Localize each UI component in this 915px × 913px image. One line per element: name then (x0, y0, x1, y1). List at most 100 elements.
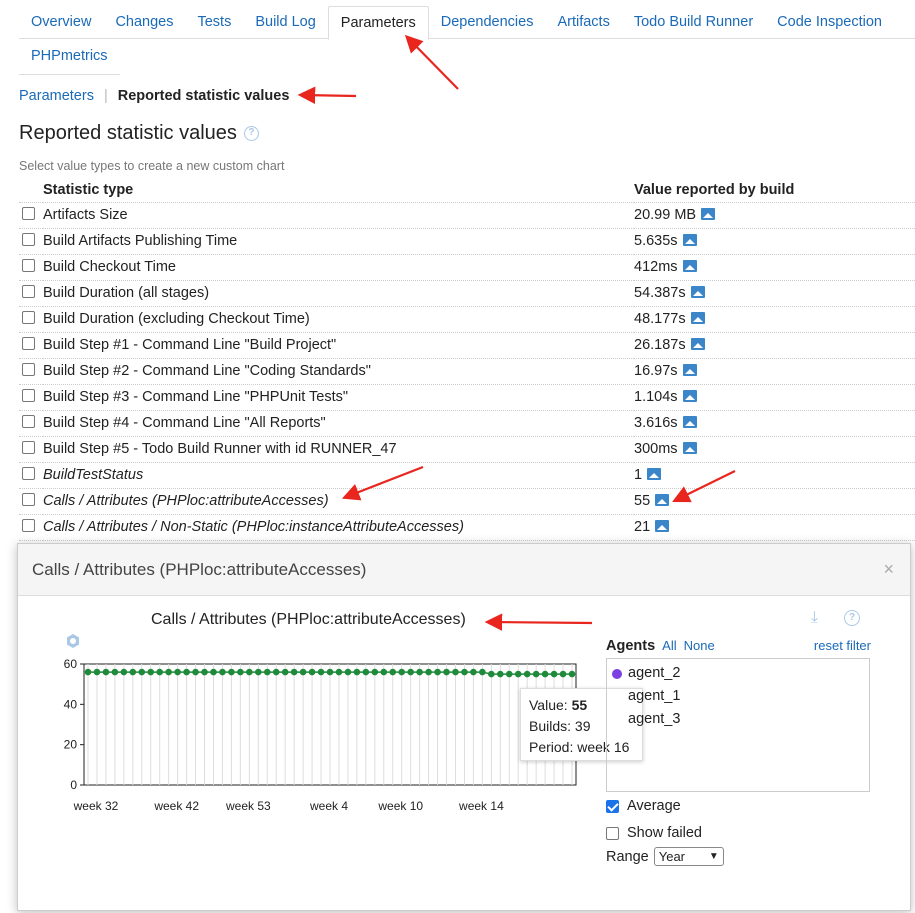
agent-item[interactable]: agent_1 (612, 685, 864, 708)
settings-icon[interactable] (65, 633, 81, 649)
data-point (389, 668, 397, 676)
average-checkbox[interactable] (606, 799, 619, 813)
chart-image-icon[interactable] (655, 519, 670, 532)
row-checkbox[interactable] (22, 414, 35, 428)
data-point (496, 670, 504, 678)
chart-image-icon[interactable] (701, 207, 716, 220)
x-tick-label: week 10 (377, 799, 423, 813)
data-point (550, 670, 558, 678)
close-icon[interactable]: × (883, 559, 894, 580)
data-point (210, 668, 217, 676)
tab-build-log[interactable]: Build Log (243, 6, 327, 38)
tab-phpmetrics[interactable]: PHPmetrics (19, 39, 120, 75)
row-checkbox[interactable] (22, 232, 35, 246)
row-checkbox[interactable] (22, 258, 35, 272)
chart-image-icon[interactable] (682, 441, 697, 454)
breadcrumb-parameters-link[interactable]: Parameters (19, 88, 94, 104)
row-checkbox-cell (19, 488, 43, 515)
row-checkbox[interactable] (22, 492, 35, 506)
reset-filter-link[interactable]: reset filter (814, 638, 871, 653)
agent-item[interactable]: agent_3 (612, 708, 864, 731)
row-checkbox-cell (19, 228, 43, 255)
row-checkbox[interactable] (22, 206, 35, 220)
tab-artifacts[interactable]: Artifacts (545, 6, 621, 38)
tab-overview[interactable]: Overview (19, 6, 103, 38)
agent-color-dot (612, 668, 622, 679)
row-checkbox[interactable] (22, 388, 35, 402)
statistic-value: 300ms (634, 441, 678, 457)
statistic-value: 412ms (634, 259, 678, 275)
row-checkbox-cell (19, 358, 43, 385)
chart-image-icon[interactable] (690, 337, 705, 350)
row-checkbox[interactable] (22, 336, 35, 350)
tab-code-inspection[interactable]: Code Inspection (765, 6, 894, 38)
help-icon[interactable]: ? (243, 126, 259, 141)
show-failed-checkbox[interactable] (606, 826, 619, 840)
data-point (335, 668, 343, 676)
range-select-value: Year (658, 849, 686, 864)
data-point (371, 668, 379, 676)
tab-todo-build-runner[interactable]: Todo Build Runner (622, 6, 765, 38)
statistic-value-cell: 55 (634, 488, 915, 515)
table-row: Build Step #4 - Command Line "All Report… (19, 410, 915, 437)
statistics-table: Statistic type Value reported by build A… (19, 178, 915, 541)
data-point (479, 668, 486, 676)
chevron-down-icon: ▼ (708, 851, 719, 862)
data-point (488, 670, 495, 678)
agent-item[interactable]: agent_2 (612, 662, 864, 685)
row-checkbox[interactable] (22, 466, 35, 480)
chart-image-icon[interactable] (682, 233, 697, 246)
row-checkbox[interactable] (22, 440, 35, 454)
data-point (344, 668, 352, 676)
row-checkbox[interactable] (22, 518, 35, 532)
chart-help-icon[interactable]: ? (844, 610, 860, 626)
chart-image-icon[interactable] (655, 493, 670, 506)
row-checkbox-cell (19, 384, 43, 411)
download-icon[interactable]: ⤓ (811, 609, 818, 627)
average-option[interactable]: Average (606, 798, 681, 814)
statistic-value: 16.97s (634, 363, 678, 379)
dialog-header: Calls / Attributes (PHPloc:attributeAcce… (18, 544, 910, 596)
agents-list[interactable]: agent_2 agent_1 agent_3 (606, 658, 870, 792)
data-point (219, 668, 226, 676)
data-point (353, 668, 361, 676)
tooltip-builds: 39 (574, 718, 591, 734)
agents-none-link[interactable]: None (684, 638, 715, 653)
agents-all-link[interactable]: All (662, 638, 676, 653)
tab-dependencies[interactable]: Dependencies (429, 6, 546, 38)
average-label: Average (627, 798, 681, 814)
tab-parameters[interactable]: Parameters (327, 6, 429, 40)
row-checkbox[interactable] (22, 284, 35, 298)
chart-image-icon[interactable] (690, 311, 705, 324)
show-failed-label: Show failed (627, 825, 702, 841)
data-point (452, 668, 459, 676)
range-select[interactable]: Year ▼ (653, 847, 724, 866)
row-checkbox-cell (19, 306, 43, 333)
data-point (326, 668, 334, 676)
show-failed-option[interactable]: Show failed (606, 825, 702, 841)
table-row: Artifacts Size 20.99 MB (19, 202, 915, 229)
data-point (147, 668, 155, 676)
breadcrumb: Parameters | Reported statistic values (19, 88, 289, 104)
tooltip-value-label: Value: (529, 697, 568, 713)
chart-image-icon[interactable] (682, 415, 697, 428)
tab-changes[interactable]: Changes (103, 6, 185, 38)
statistic-value: 1 (634, 467, 643, 483)
y-tick-label: 0 (70, 778, 77, 792)
y-tick-label: 60 (64, 657, 78, 671)
statistic-value: 55 (634, 493, 651, 509)
table-row: Calls / Attributes (PHPloc:attributeAcce… (19, 488, 915, 515)
chart-image-icon[interactable] (647, 467, 662, 480)
tab-tests[interactable]: Tests (185, 6, 243, 38)
statistic-value-cell: 1 (634, 462, 915, 489)
chart-image-icon[interactable] (682, 389, 697, 402)
row-checkbox[interactable] (22, 362, 35, 376)
chart-image-icon[interactable] (682, 363, 697, 376)
data-point (192, 668, 199, 676)
statistic-value-cell: 16.97s (634, 358, 915, 385)
row-checkbox[interactable] (22, 310, 35, 324)
chart-image-icon[interactable] (690, 285, 705, 298)
data-point (299, 668, 307, 676)
statistic-value-cell: 1.104s (634, 384, 915, 411)
chart-image-icon[interactable] (682, 259, 697, 272)
